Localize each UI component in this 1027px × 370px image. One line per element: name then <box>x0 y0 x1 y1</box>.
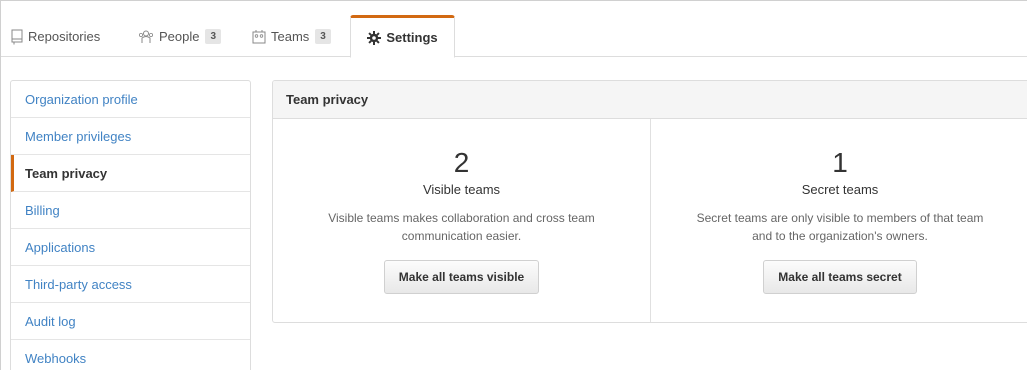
people-icon <box>138 29 154 45</box>
sidebar-item-webhooks[interactable]: Webhooks <box>11 340 250 370</box>
tab-settings[interactable]: Settings <box>350 15 455 58</box>
tab-people-label: People <box>159 29 200 44</box>
secret-teams-column: 1 Secret teams Secret teams are only vis… <box>651 119 1027 322</box>
sidebar-item-audit-log[interactable]: Audit log <box>11 303 250 340</box>
sidebar-item-applications[interactable]: Applications <box>11 229 250 266</box>
page-frame: Repositories People 3 Teams 3 Settings O… <box>0 0 1027 370</box>
tab-settings-label: Settings <box>386 30 438 45</box>
visible-teams-label: Visible teams <box>422 182 501 197</box>
sidebar-item-team-privacy[interactable]: Team privacy <box>11 155 250 192</box>
secret-teams-count: 1 <box>832 147 848 178</box>
repo-icon <box>11 29 23 45</box>
tab-repositories-label: Repositories <box>28 29 101 44</box>
visible-teams-column: 2 Visible teams Visible teams makes coll… <box>273 119 651 322</box>
org-tab-bar: Repositories People 3 Teams 3 Settings <box>1 1 1027 58</box>
gear-icon <box>367 30 382 45</box>
secret-teams-label: Secret teams <box>801 182 879 197</box>
settings-sidebar: Organization profile Member privileges T… <box>10 80 251 370</box>
teams-icon <box>252 29 266 45</box>
sidebar-item-third-party-access[interactable]: Third-party access <box>11 266 250 303</box>
make-all-teams-visible-button[interactable]: Make all teams visible <box>383 260 540 294</box>
sidebar-item-billing[interactable]: Billing <box>11 192 250 229</box>
team-privacy-panel: Team privacy 2 Visible teams Visible tea… <box>272 80 1027 323</box>
visible-teams-count: 2 <box>453 147 470 178</box>
teams-count-badge: 3 <box>315 29 331 44</box>
tab-people[interactable]: People 3 <box>138 15 222 58</box>
visible-teams-description: Visible teams makes collaboration and cr… <box>328 211 595 243</box>
sidebar-item-organization-profile[interactable]: Organization profile <box>11 81 250 118</box>
secret-teams-description: Secret teams are only visible to members… <box>696 211 984 243</box>
tab-repositories[interactable]: Repositories <box>11 15 100 58</box>
people-count-badge: 3 <box>205 29 222 44</box>
tab-teams[interactable]: Teams 3 <box>252 15 331 58</box>
tab-teams-label: Teams <box>271 29 310 44</box>
panel-title: Team privacy <box>273 81 1027 119</box>
sidebar-item-member-privileges[interactable]: Member privileges <box>11 118 250 155</box>
make-all-teams-secret-button[interactable]: Make all teams secret <box>763 260 917 294</box>
